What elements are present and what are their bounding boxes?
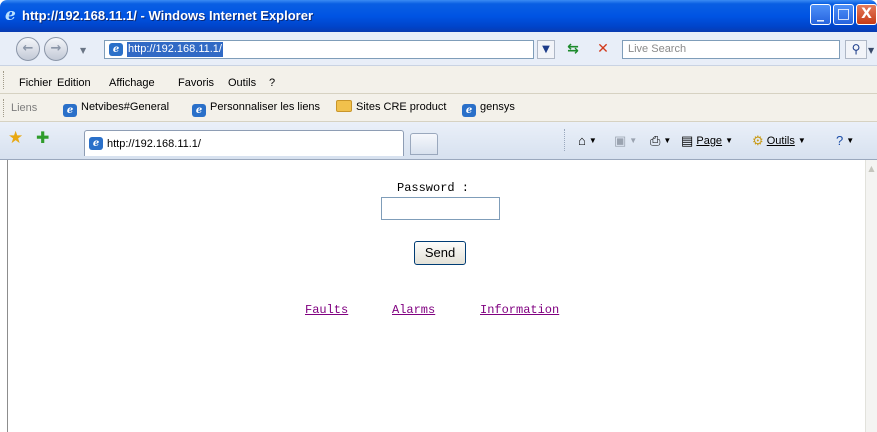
folder-icon <box>336 100 352 112</box>
ie-logo-icon: e <box>5 5 16 25</box>
stop-button[interactable]: ✕ <box>591 38 615 60</box>
link-information[interactable]: Information <box>480 303 559 317</box>
new-tab-button[interactable] <box>410 133 438 155</box>
link-label: gensys <box>480 101 515 113</box>
link-label: Personnaliser les liens <box>210 101 321 113</box>
chevron-down-icon: ▼ <box>797 136 806 145</box>
link-netvibes[interactable]: e Netvibes#General <box>63 98 170 117</box>
link-gensys[interactable]: e gensys <box>462 98 515 117</box>
chevron-down-icon: ▼ <box>629 136 638 145</box>
stop-icon: ✕ <box>597 41 609 57</box>
help-icon: ? <box>836 133 844 148</box>
add-favorites-icon[interactable]: ✚ <box>36 128 49 148</box>
ie-page-icon: e <box>462 104 476 117</box>
minimize-icon: _ <box>817 6 824 22</box>
menu-favoris[interactable]: Favoris <box>178 76 214 90</box>
toolbar-separator <box>564 129 565 151</box>
vertical-scrollbar[interactable]: ▲ <box>865 160 877 432</box>
menu-edition[interactable]: Edition <box>57 76 91 90</box>
chevron-down-icon: ▼ <box>846 136 855 145</box>
password-label: Password : <box>397 181 470 195</box>
feeds-button[interactable]: ▣ ▼ <box>614 133 637 149</box>
tools-menu-button[interactable]: ⚙ Outils ▼ <box>752 133 806 149</box>
rss-feed-icon: ▣ <box>614 133 627 148</box>
gear-icon: ⚙ <box>752 133 764 148</box>
address-dropdown-button[interactable]: ▼ <box>537 40 555 59</box>
chevron-down-icon: ▼ <box>663 136 672 145</box>
links-label: Liens <box>11 102 38 114</box>
tab-title: http://192.168.11.1/ <box>107 138 201 150</box>
refresh-button[interactable]: ⇆ <box>560 38 586 60</box>
window-title: http://192.168.11.1/ - Windows Internet … <box>22 8 314 23</box>
scroll-up-arrow-icon[interactable]: ▲ <box>866 164 877 176</box>
page-icon: e <box>109 43 123 56</box>
address-field[interactable]: e http://192.168.11.1/ <box>104 40 534 59</box>
link-label: Sites CRE product <box>356 101 447 113</box>
printer-icon: ⎙ <box>650 133 661 148</box>
menu-fichier[interactable]: Fichier <box>19 76 52 90</box>
chevron-down-icon: ▼ <box>588 136 597 145</box>
print-button[interactable]: ⎙ ▼ <box>650 133 671 149</box>
minimize-button[interactable]: _ <box>810 4 831 25</box>
forward-arrow-icon: → <box>50 41 62 56</box>
help-button[interactable]: ? ▼ <box>836 133 854 149</box>
menu-affichage[interactable]: Affichage <box>109 76 155 90</box>
home-icon: ⌂ <box>578 133 586 148</box>
chevron-down-icon: ▼ <box>542 44 550 55</box>
search-icon: ⚲ <box>851 42 861 56</box>
maximize-icon: □ <box>836 6 851 22</box>
ie-page-icon: e <box>192 104 206 117</box>
link-personnaliser[interactable]: e Personnaliser les liens <box>192 98 321 117</box>
send-button[interactable]: Send <box>414 241 466 265</box>
close-icon: X <box>861 6 872 22</box>
window-left-edge <box>0 160 8 432</box>
search-options-dropdown-icon[interactable]: ▼ <box>868 46 874 55</box>
address-url[interactable]: http://192.168.11.1/ <box>127 42 223 57</box>
link-label: Netvibes#General <box>81 101 170 113</box>
maximize-button[interactable]: □ <box>833 4 854 25</box>
toolbar-grip[interactable] <box>3 71 5 89</box>
favorites-center-star-icon[interactable]: ★ <box>8 128 23 148</box>
page-icon: ▤ <box>681 133 694 148</box>
tab-current[interactable]: e http://192.168.11.1/ <box>84 130 404 156</box>
toolbar-grip[interactable] <box>3 99 5 117</box>
forward-button[interactable]: → <box>44 37 68 61</box>
page-menu-label: Page <box>696 135 723 147</box>
home-button[interactable]: ⌂ ▼ <box>578 133 597 149</box>
recent-pages-dropdown-icon[interactable]: ▼ <box>80 46 86 55</box>
back-button[interactable]: ← <box>16 37 40 61</box>
menu-help[interactable]: ? <box>269 76 275 90</box>
page-icon: e <box>89 137 103 150</box>
password-input[interactable] <box>381 197 500 220</box>
page-menu-button[interactable]: ▤ Page ▼ <box>681 133 733 149</box>
link-faults[interactable]: Faults <box>305 303 348 317</box>
address-toolbar: ← → ▼ e http://192.168.11.1/ ▼ ⇆ ✕ Live … <box>0 32 877 66</box>
menu-outils[interactable]: Outils <box>228 76 256 90</box>
window-titlebar[interactable]: e http://192.168.11.1/ - Windows Interne… <box>0 0 877 32</box>
ie-page-icon: e <box>63 104 77 117</box>
link-alarms[interactable]: Alarms <box>392 303 435 317</box>
refresh-icon: ⇆ <box>567 41 579 57</box>
close-button[interactable]: X <box>856 4 877 25</box>
back-arrow-icon: ← <box>22 41 34 56</box>
tools-menu-label: Outils <box>766 135 795 147</box>
link-sites-cre[interactable]: Sites CRE product <box>336 98 446 116</box>
chevron-down-icon: ▼ <box>725 136 733 145</box>
search-button[interactable]: ⚲ <box>845 40 867 59</box>
search-input[interactable]: Live Search <box>622 40 840 59</box>
